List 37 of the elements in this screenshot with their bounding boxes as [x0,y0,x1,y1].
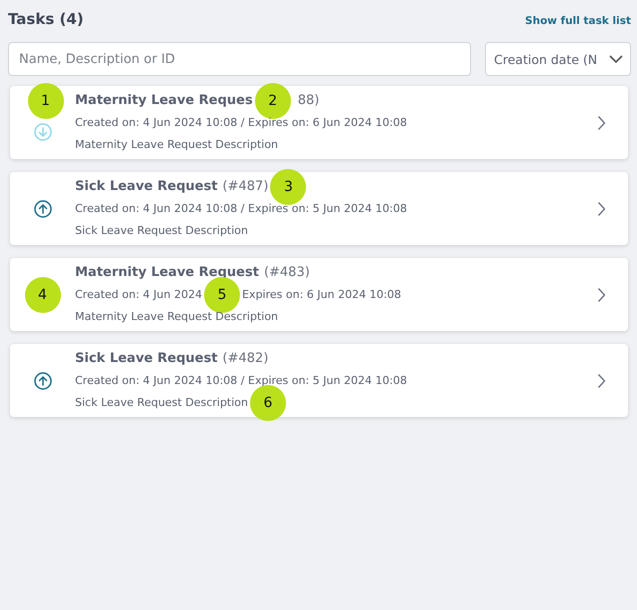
callout-marker: 5 [204,276,240,312]
task-id: (#487) [222,179,268,194]
arrow-up-circle-icon [34,372,52,390]
task-title: Maternity Leave Reques [75,93,253,108]
task-title: Sick Leave Request [75,179,218,194]
task-text: Sick Leave Request Description [75,224,248,237]
task-card[interactable]: 1 Maternity Leave Reques 2 88) Created on: 4 Jun 2024 10:08 / Expires on: 6 Jun 2024 10:08 Maternity Leave Request Description [10,86,628,159]
task-id: 88) [298,93,320,108]
task-text: Maternity Leave Request Description [75,310,278,323]
task-id: (#483) [264,265,310,280]
task-text: Expires on: 6 Jun 2024 10:08 [242,288,402,301]
task-text: Created on: 4 Jun 2024 10:08 / Expires on: 5 Jun 2024 10:08 [75,202,408,215]
page-title: Tasks (4) [8,10,84,28]
callout-marker: 3 [270,168,306,204]
task-text: Maternity Leave Request Description [75,138,278,151]
chevron-right-icon [597,372,606,388]
task-title: Sick Leave Request [75,351,218,366]
callout-marker: 2 [254,82,291,118]
chevron-right-icon [597,286,606,302]
arrow-up-circle-icon [34,200,52,218]
sort-dropdown[interactable]: Creation date (N [485,42,631,76]
chevron-right-icon [597,114,606,130]
task-text: Created on: 4 Jun 2024 [75,288,202,301]
arrow-down-circle-icon [34,122,52,140]
chevron-right-icon [597,200,606,216]
search-field[interactable]: Name, Description or ID [8,42,471,76]
callout-marker: 4 [24,276,60,312]
chevron-down-icon [608,54,624,64]
callout-marker: 6 [250,384,286,420]
show-all-link[interactable]: Show full task list [525,15,631,27]
task-text: Created on: 4 Jun 2024 10:08 / Expires on: 5 Jun 2024 10:08 [75,374,408,387]
task-text: Sick Leave Request Description [75,396,248,409]
task-text: Created on: 4 Jun 2024 10:08 / Expires on: 6 Jun 2024 10:08 [75,116,408,129]
task-card[interactable]: Sick Leave Request (#487) 3 Created on: 4 Jun 2024 10:08 / Expires on: 5 Jun 2024 10:08 Sick Leave Request Description [10,172,628,245]
callout-marker: 1 [28,82,64,118]
task-card[interactable]: 4 Maternity Leave Request (#483) Created on: 4 Jun 2024 5 Expires on: 6 Jun 2024 10:08 Maternity Leave Request Description [10,258,628,331]
task-id: (#482) [222,351,268,366]
